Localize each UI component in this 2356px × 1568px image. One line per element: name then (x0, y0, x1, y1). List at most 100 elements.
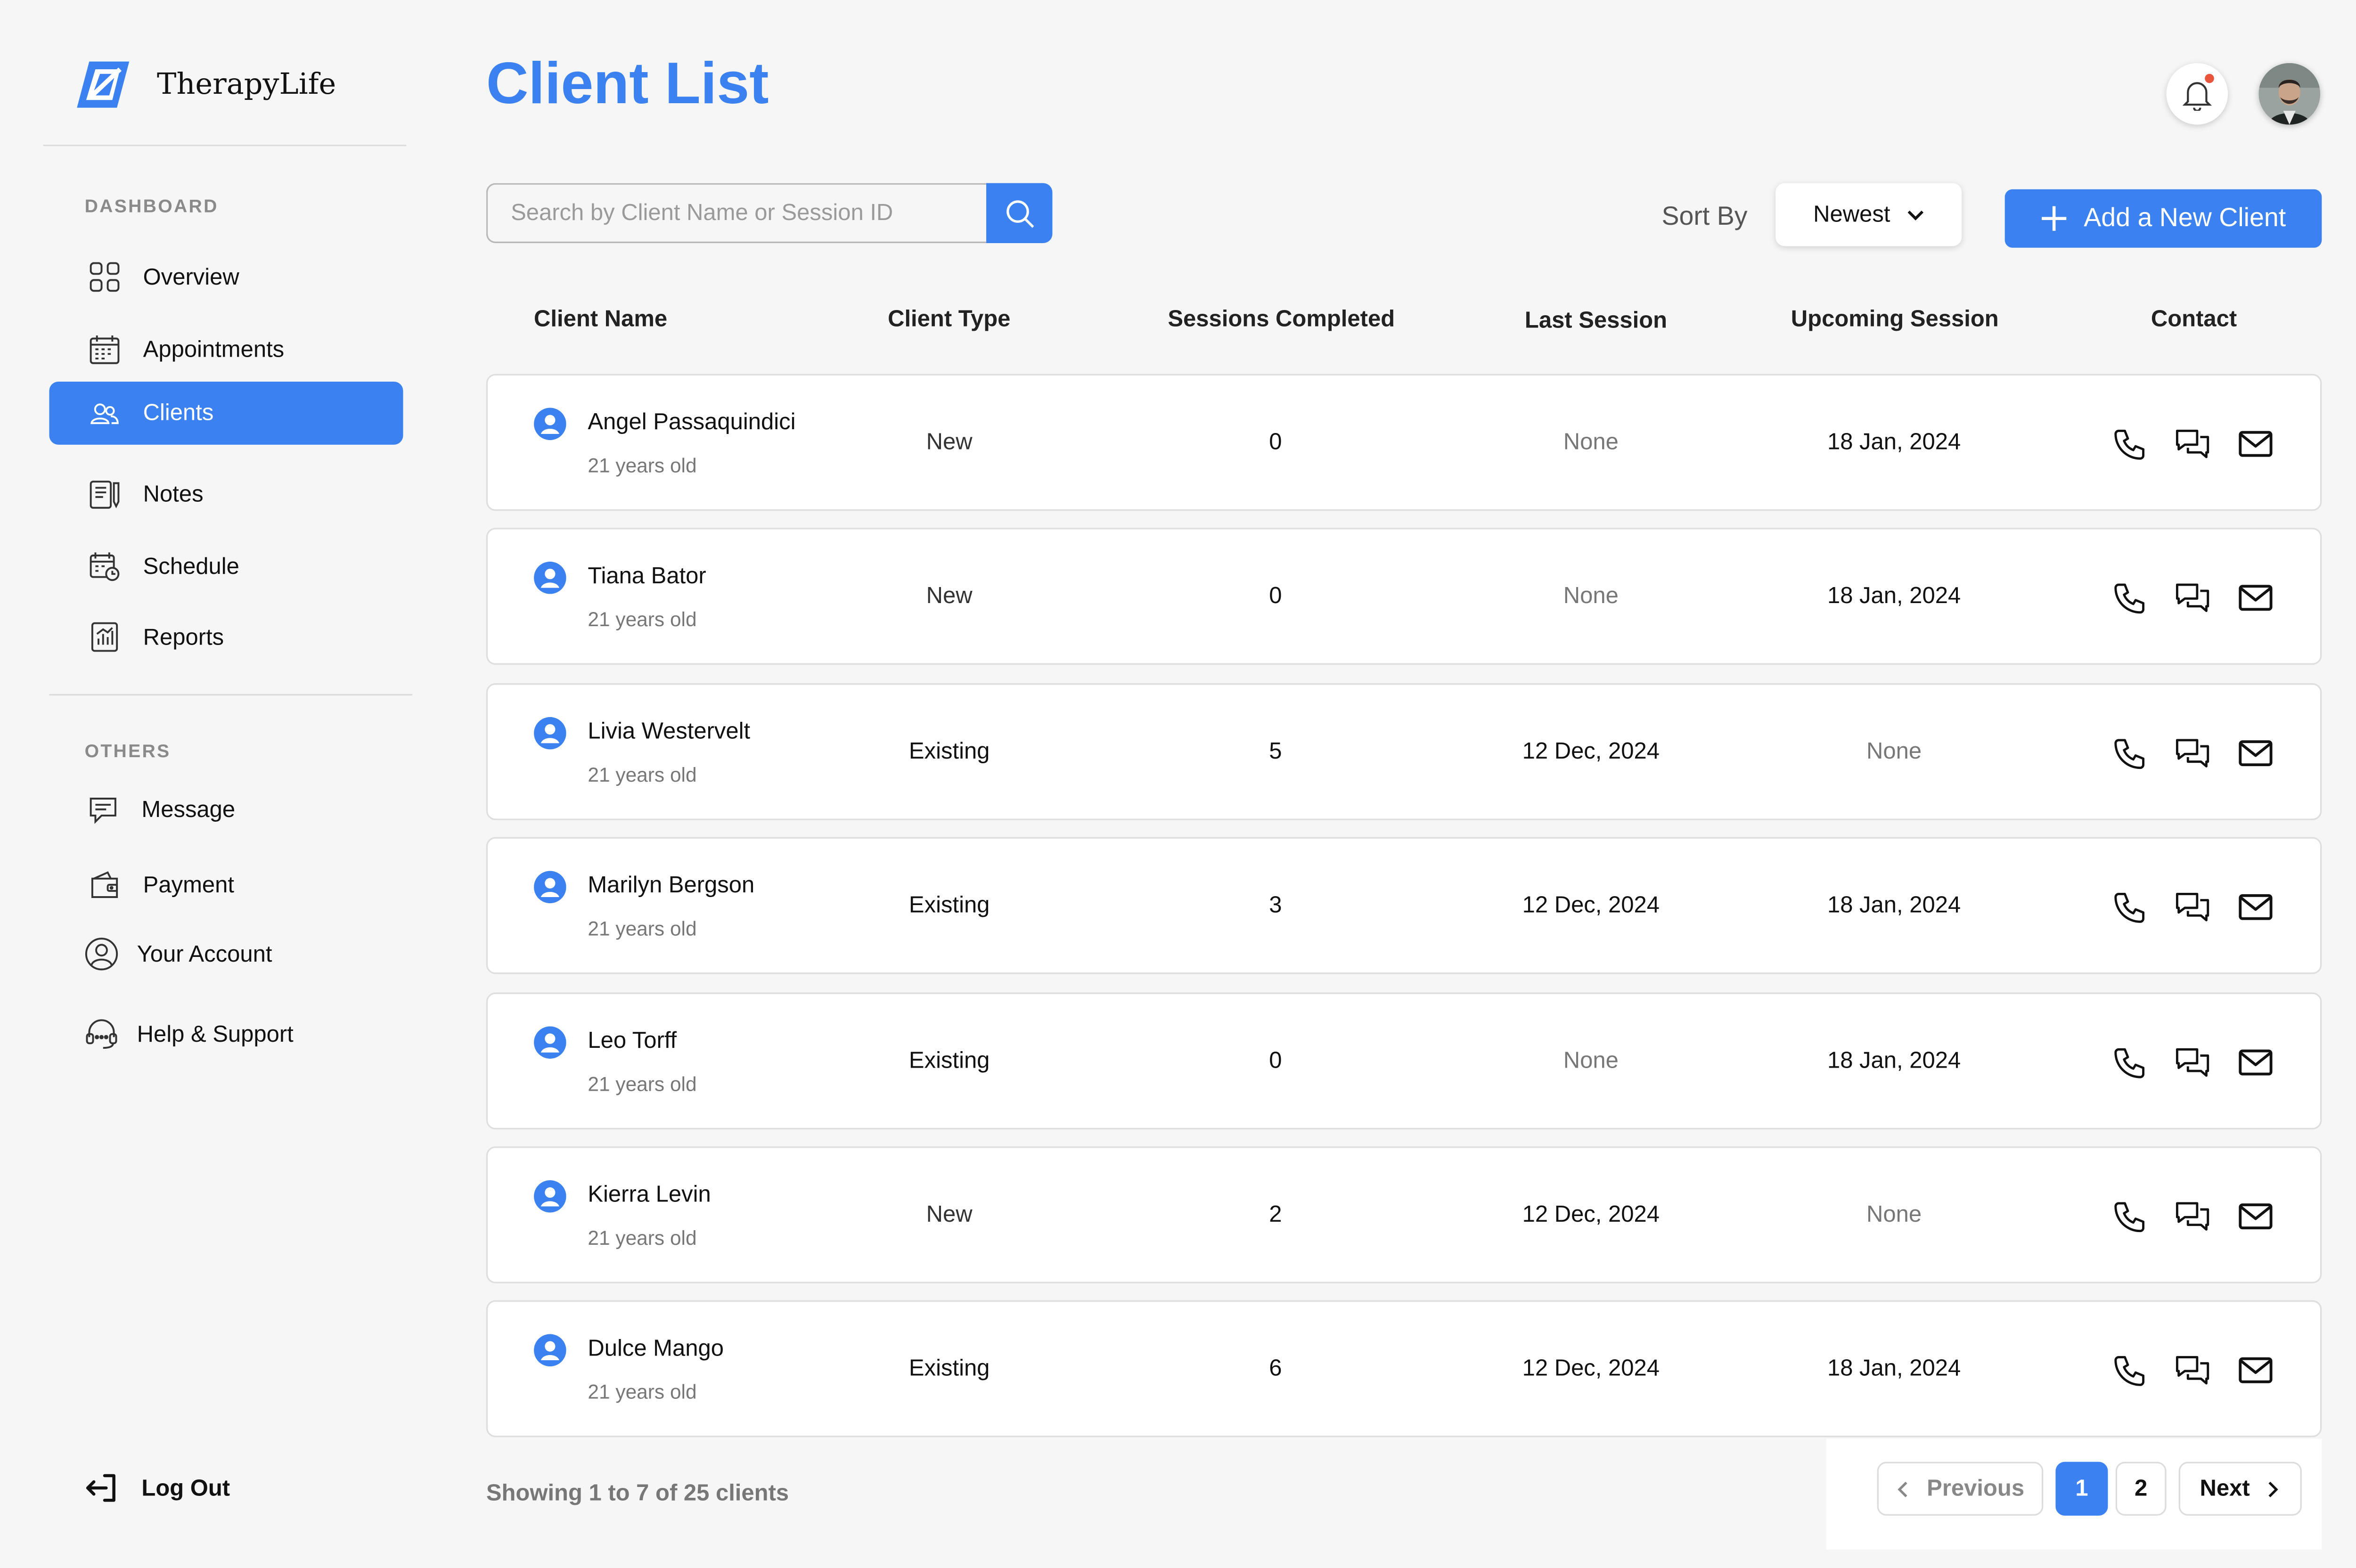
last-session: 12 Dec, 2024 (1522, 1201, 1660, 1228)
chevron-right-icon (2269, 1481, 2279, 1497)
client-type: Existing (908, 1356, 990, 1382)
sort-dropdown[interactable]: Newest (1775, 183, 1962, 246)
phone-icon[interactable] (2111, 580, 2148, 617)
search-input[interactable] (486, 183, 987, 244)
sidebar-item-help[interactable]: Help & Support (85, 1017, 294, 1051)
sidebar-item-appointments[interactable]: Appointments (88, 332, 284, 366)
logout-icon (85, 1472, 119, 1503)
client-name: Dulce Mango (588, 1335, 724, 1362)
chat-icon[interactable] (2174, 580, 2211, 617)
contact-actions (2111, 1045, 2274, 1082)
upcoming-session: 18 Jan, 2024 (1827, 429, 1961, 456)
table-row[interactable]: Livia Westervelt 21 years old Existing 5… (486, 683, 2322, 820)
column-header-upcoming-session: Upcoming Session (1791, 306, 1999, 333)
table-row[interactable]: Angel Passaquindici 21 years old New 0 N… (486, 374, 2322, 511)
chat-icon[interactable] (2174, 735, 2211, 772)
chat-icon[interactable] (2174, 1353, 2211, 1389)
sidebar-item-clients[interactable]: Clients (49, 381, 403, 445)
column-header-client-type: Client Type (888, 306, 1011, 333)
mail-icon[interactable] (2237, 1199, 2274, 1235)
phone-icon[interactable] (2111, 1353, 2148, 1389)
client-type: Existing (908, 892, 990, 919)
client-age: 21 years old (588, 1226, 697, 1250)
chat-icon[interactable] (2174, 890, 2211, 926)
column-header-sessions-completed: Sessions Completed (1168, 306, 1395, 333)
last-session: 12 Dec, 2024 (1522, 1356, 1660, 1382)
mail-icon[interactable] (2237, 890, 2274, 926)
app-logo[interactable]: TherapyLife (74, 58, 336, 111)
next-page-button[interactable]: Next (2178, 1462, 2302, 1516)
phone-icon[interactable] (2111, 1199, 2148, 1235)
sidebar-item-label: Clients (143, 400, 214, 426)
user-circle-icon (534, 562, 566, 594)
client-type: New (926, 1201, 973, 1228)
chevron-down-icon (1906, 209, 1924, 221)
upcoming-session: None (1866, 1201, 1922, 1228)
add-client-button[interactable]: Add a New Client (2004, 189, 2322, 248)
client-age: 21 years old (588, 454, 697, 477)
client-name: Angel Passaquindici (588, 409, 796, 436)
sidebar-item-notes[interactable]: Notes (88, 477, 204, 511)
page-1-button[interactable]: 1 (2055, 1462, 2108, 1516)
upcoming-session: 18 Jan, 2024 (1827, 1048, 1961, 1074)
table-row[interactable]: Dulce Mango 21 years old Existing 6 12 D… (486, 1300, 2322, 1437)
sessions-completed: 6 (1269, 1356, 1282, 1382)
sessions-completed: 3 (1269, 892, 1282, 919)
plus-icon (2041, 204, 2069, 232)
sidebar-item-reports[interactable]: Reports (88, 620, 224, 654)
client-age: 21 years old (588, 763, 697, 786)
client-type: Existing (908, 1048, 990, 1074)
section-label-others: OTHERS (84, 740, 171, 762)
last-session: 12 Dec, 2024 (1522, 892, 1660, 919)
mail-icon[interactable] (2237, 735, 2274, 772)
section-label-dashboard: DASHBOARD (84, 195, 219, 217)
sidebar-item-label: Schedule (143, 553, 239, 580)
logout-label: Log Out (141, 1475, 230, 1501)
user-avatar[interactable] (2258, 63, 2321, 125)
grid-icon (88, 260, 122, 294)
notification-dot (2205, 74, 2214, 83)
next-label: Next (2200, 1475, 2250, 1502)
chat-icon[interactable] (2174, 1199, 2211, 1235)
app-name: TherapyLife (157, 67, 336, 102)
column-header-client-name: Client Name (534, 306, 668, 333)
sidebar-item-label: Payment (143, 872, 234, 898)
sessions-completed: 0 (1269, 1048, 1282, 1074)
chat-icon[interactable] (2174, 1045, 2211, 1082)
previous-page-button[interactable]: Previous (1877, 1462, 2044, 1516)
mail-icon[interactable] (2237, 1353, 2274, 1389)
chat-icon[interactable] (2174, 426, 2211, 463)
pagination: Previous 1 2 Next (1826, 1438, 2322, 1550)
phone-icon[interactable] (2111, 735, 2148, 772)
sessions-completed: 5 (1269, 738, 1282, 765)
logo-icon (77, 61, 130, 108)
phone-icon[interactable] (2111, 1045, 2148, 1082)
add-client-label: Add a New Client (2084, 203, 2286, 233)
phone-icon[interactable] (2111, 890, 2148, 926)
chevron-left-icon (1898, 1481, 1908, 1497)
table-row[interactable]: Tiana Bator 21 years old New 0 None 18 J… (486, 528, 2322, 665)
table-row[interactable]: Leo Torff 21 years old Existing 0 None 1… (486, 992, 2322, 1130)
sidebar-item-account[interactable]: Your Account (85, 937, 272, 971)
upcoming-session: None (1866, 738, 1922, 765)
sidebar-item-overview[interactable]: Overview (88, 260, 239, 294)
sidebar-item-payment[interactable]: Payment (88, 868, 234, 902)
mail-icon[interactable] (2237, 580, 2274, 617)
notifications-button[interactable] (2166, 63, 2228, 125)
logout-button[interactable]: Log Out (85, 1472, 230, 1503)
schedule-icon (88, 549, 122, 583)
mail-icon[interactable] (2237, 426, 2274, 463)
table-row[interactable]: Kierra Levin 21 years old New 2 12 Dec, … (486, 1146, 2322, 1283)
user-circle-icon (534, 717, 566, 750)
sidebar-item-schedule[interactable]: Schedule (88, 549, 239, 583)
search-button[interactable] (986, 183, 1053, 244)
table-row[interactable]: Marilyn Bergson 21 years old Existing 3 … (486, 837, 2322, 974)
phone-icon[interactable] (2111, 426, 2148, 463)
page-2-button[interactable]: 2 (2115, 1462, 2167, 1516)
mail-icon[interactable] (2237, 1045, 2274, 1082)
client-name: Livia Westervelt (588, 719, 751, 745)
upcoming-session: 18 Jan, 2024 (1827, 1356, 1961, 1382)
client-type: New (926, 429, 973, 456)
contact-actions (2111, 1353, 2274, 1389)
sidebar-item-message[interactable]: Message (86, 792, 235, 826)
